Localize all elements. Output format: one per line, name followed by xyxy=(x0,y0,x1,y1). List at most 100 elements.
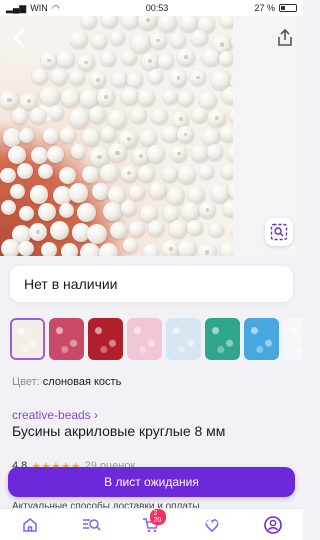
bead-decoration xyxy=(60,88,80,108)
product-gallery[interactable] xyxy=(0,16,303,256)
bead-decoration xyxy=(92,183,110,201)
bead-decoration xyxy=(89,71,107,89)
battery-level: 27 % xyxy=(254,3,275,13)
bead-decoration xyxy=(162,126,179,143)
availability-card: Нет в наличии xyxy=(10,266,293,302)
bead-decoration xyxy=(208,222,225,238)
bead-decoration xyxy=(100,50,117,67)
availability-text: Нет в наличии xyxy=(24,276,118,292)
variant-swatch xyxy=(205,318,240,360)
bead-decoration xyxy=(47,145,65,164)
back-button[interactable] xyxy=(8,26,32,50)
bead-decoration xyxy=(219,124,233,143)
bead-decoration xyxy=(122,238,139,254)
bead-decoration xyxy=(18,240,34,256)
bead-decoration xyxy=(157,16,178,33)
bead-decoration xyxy=(97,88,115,106)
bead-decoration xyxy=(221,163,233,180)
bead-decoration xyxy=(42,127,60,145)
bead-decoration xyxy=(29,223,47,241)
bead-decoration xyxy=(148,68,164,84)
bead-decoration xyxy=(221,87,233,104)
bead-decoration xyxy=(170,145,188,162)
image-search-button[interactable] xyxy=(265,218,293,246)
variant-light-pink[interactable] xyxy=(127,318,162,360)
tab-catalog[interactable] xyxy=(76,513,106,537)
share-button[interactable] xyxy=(275,28,295,48)
variant-swatch xyxy=(49,318,84,360)
bead-decoration xyxy=(87,223,108,244)
bead-decoration xyxy=(177,126,195,143)
bead-decoration xyxy=(82,166,100,183)
bead-decoration xyxy=(69,30,88,49)
bead-decoration xyxy=(100,16,119,28)
bead-decoration xyxy=(222,200,233,217)
bead-decoration xyxy=(102,201,123,222)
variant-pale-blue[interactable] xyxy=(166,318,201,360)
bead-decoration xyxy=(190,69,206,86)
bead-decoration xyxy=(38,203,57,222)
bead-decoration xyxy=(147,144,166,163)
bead-decoration xyxy=(8,146,27,164)
status-bar: ▂▄▆ WIN ◠ 00:53 27 % xyxy=(0,0,303,16)
bead-decoration xyxy=(50,67,68,85)
bead-decoration xyxy=(48,105,65,121)
bead-decoration xyxy=(207,144,223,161)
bead-decoration xyxy=(68,183,89,203)
bead-decoration xyxy=(18,205,34,222)
tab-cart[interactable]: 2 20 xyxy=(136,508,167,537)
bead-decoration xyxy=(81,128,100,147)
variant-swatch xyxy=(127,318,162,360)
variant-red[interactable] xyxy=(88,318,123,360)
bead-decoration xyxy=(142,243,160,256)
bead-decoration xyxy=(58,166,77,185)
variant-teal[interactable] xyxy=(205,318,240,360)
bead-decoration xyxy=(178,89,195,107)
bead-decoration xyxy=(109,29,125,45)
bead-decoration xyxy=(169,219,188,239)
bead-decoration xyxy=(9,184,25,200)
bead-decoration xyxy=(69,69,85,85)
variant-white[interactable] xyxy=(283,318,303,360)
bead-decoration xyxy=(99,243,118,256)
clock: 00:53 xyxy=(145,3,169,13)
color-info: Цвет: слоновая кость xyxy=(12,376,121,388)
bead-decoration xyxy=(80,242,100,256)
bead-decoration xyxy=(30,146,48,165)
bead-decoration xyxy=(188,186,205,203)
variant-swatch xyxy=(166,318,201,360)
chevron-left-icon xyxy=(13,28,25,48)
variant-sky-blue[interactable] xyxy=(244,318,279,360)
tab-home[interactable] xyxy=(15,513,45,537)
variant-selector[interactable] xyxy=(10,318,303,364)
bead-decoration xyxy=(39,86,60,107)
waitlist-button[interactable]: В лист ожидания xyxy=(8,467,295,497)
bead-decoration xyxy=(29,106,47,124)
color-label: Цвет: xyxy=(12,376,40,388)
bead-decoration xyxy=(219,241,233,256)
bead-decoration xyxy=(100,126,117,142)
bead-decoration xyxy=(69,108,90,128)
bead-decoration xyxy=(139,129,157,147)
bead-decoration xyxy=(58,202,74,219)
cart-badge: 2 20 xyxy=(150,508,167,525)
bead-decoration xyxy=(149,31,167,50)
bead-decoration xyxy=(0,90,19,110)
bead-decoration xyxy=(207,109,226,128)
carrier: WIN xyxy=(30,3,48,13)
bead-decoration xyxy=(131,32,151,53)
variant-pink-dark[interactable] xyxy=(49,318,84,360)
bead-decoration xyxy=(167,186,186,205)
variant-ivory[interactable] xyxy=(10,318,45,360)
seller-link[interactable]: creative-beads › xyxy=(12,408,98,422)
bead-decoration xyxy=(61,243,79,256)
bead-decoration xyxy=(120,86,140,106)
bead-decoration xyxy=(109,221,127,239)
bead-decoration xyxy=(80,16,97,29)
bead-decoration xyxy=(187,219,203,236)
bead-decoration xyxy=(111,70,128,88)
product-photo[interactable] xyxy=(0,16,233,256)
wifi-icon: ◠ xyxy=(51,2,60,13)
bead-decoration xyxy=(199,201,216,219)
bead-decoration xyxy=(70,143,87,160)
